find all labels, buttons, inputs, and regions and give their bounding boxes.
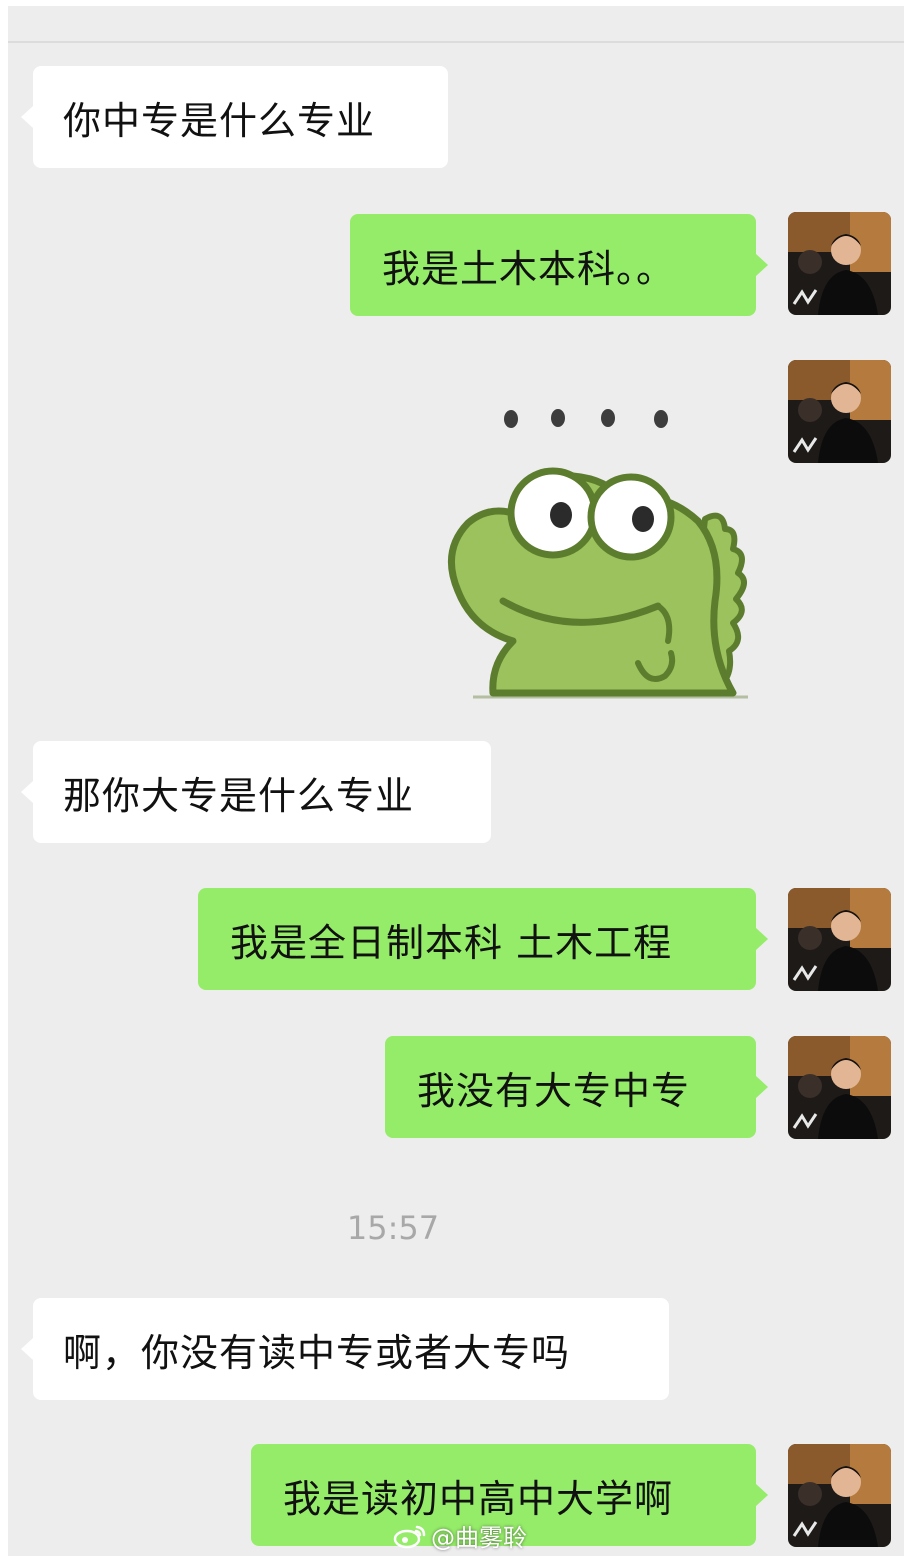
top-divider	[8, 41, 904, 43]
chat-area: 你中专是什么专业 我是土木本科。。 那你大专是什么专业 我是全日制本科 土木工程…	[8, 6, 904, 1556]
frog-sticker[interactable]	[433, 401, 753, 701]
received-message-bubble[interactable]: 啊，你没有读中专或者大专吗	[21, 1298, 669, 1400]
message-text: 我是读初中高中大学啊	[283, 1476, 674, 1521]
user-avatar-image	[788, 212, 891, 315]
received-message-bubble[interactable]: 你中专是什么专业	[21, 66, 448, 168]
received-message-bubble[interactable]: 那你大专是什么专业	[21, 741, 491, 843]
message-timestamp: 15:57	[346, 1209, 440, 1247]
user-avatar[interactable]	[788, 888, 891, 991]
user-avatar-image	[788, 1444, 891, 1547]
user-avatar[interactable]	[788, 1444, 891, 1547]
user-avatar[interactable]	[788, 1036, 891, 1139]
user-avatar-image	[788, 360, 891, 463]
message-text: 那你大专是什么专业	[63, 773, 415, 818]
user-avatar-image	[788, 1036, 891, 1139]
message-text: 啊，你没有读中专或者大专吗	[63, 1330, 571, 1375]
message-text: 你中专是什么专业	[63, 98, 376, 143]
weibo-icon	[393, 1525, 426, 1548]
user-avatar[interactable]	[788, 212, 891, 315]
weibo-watermark: @曲雾聆	[393, 1518, 527, 1553]
message-text: 我是土木本科。。	[382, 246, 676, 291]
message-text: 我是全日制本科 土木工程	[230, 920, 673, 965]
sent-message-bubble[interactable]: 我没有大专中专	[385, 1036, 768, 1138]
sent-message-bubble[interactable]: 我是土木本科。。	[350, 214, 768, 316]
frog-dinosaur-icon	[448, 409, 748, 699]
user-avatar-image	[788, 888, 891, 991]
user-avatar[interactable]	[788, 360, 891, 463]
message-text: 我没有大专中专	[417, 1068, 691, 1113]
watermark-text: @曲雾聆	[431, 1524, 527, 1552]
sent-message-bubble[interactable]: 我是全日制本科 土木工程	[198, 888, 768, 990]
